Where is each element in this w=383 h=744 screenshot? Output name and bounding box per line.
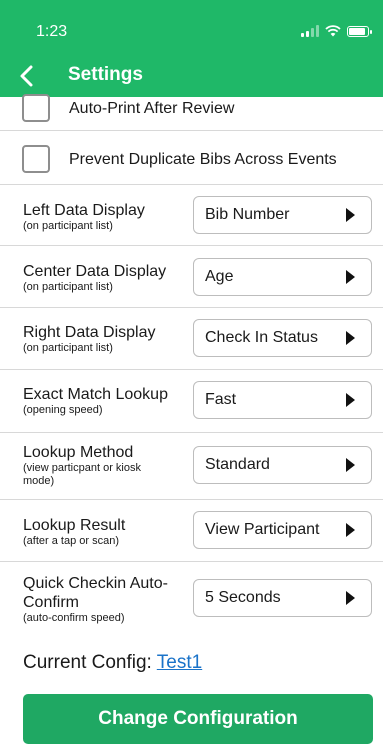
- setting-right-data-display: Right Data Display (on participant list)…: [0, 308, 383, 369]
- setting-sublabel: (opening speed): [23, 404, 103, 416]
- current-config: Current Config: Test1: [23, 652, 202, 674]
- setting-label: Lookup Method: [23, 444, 134, 461]
- setting-sublabel: (on participant list): [23, 342, 113, 354]
- caret-right-icon: [346, 523, 355, 537]
- setting-label: Left Data Display: [23, 202, 145, 219]
- signal-icon: [301, 25, 319, 37]
- setting-label: Quick Checkin Auto-Confirm: [23, 575, 168, 611]
- prevent-duplicate-row[interactable]: Prevent Duplicate Bibs Across Events: [0, 140, 383, 176]
- right-data-display-select[interactable]: Check In Status: [193, 319, 372, 357]
- setting-quick-checkin-auto-confirm: Quick Checkin Auto-Confirm (auto-confirm…: [0, 562, 383, 638]
- setting-label: Center Data Display: [23, 263, 167, 280]
- battery-icon: [347, 25, 372, 37]
- auto-print-checkbox[interactable]: [22, 94, 50, 122]
- setting-left-data-display: Left Data Display (on participant list) …: [0, 185, 383, 245]
- prevent-duplicate-label: Prevent Duplicate Bibs Across Events: [69, 151, 337, 168]
- caret-right-icon: [346, 591, 355, 605]
- caret-right-icon: [346, 331, 355, 345]
- setting-exact-match-lookup: Exact Match Lookup (opening speed) Fast: [0, 370, 383, 432]
- left-data-display-select[interactable]: Bib Number: [193, 196, 372, 234]
- exact-match-lookup-select[interactable]: Fast: [193, 381, 372, 419]
- setting-center-data-display: Center Data Display (on participant list…: [0, 246, 383, 307]
- change-configuration-button[interactable]: Change Configuration: [23, 694, 373, 744]
- setting-sublabel: (view particpant or kiosk mode): [23, 462, 141, 487]
- status-time: 1:23: [36, 23, 68, 40]
- wifi-icon: [325, 25, 341, 37]
- setting-sublabel: (after a tap or scan): [23, 535, 119, 547]
- select-value: 5 Seconds: [205, 589, 281, 606]
- caret-right-icon: [346, 393, 355, 407]
- setting-label: Exact Match Lookup: [23, 386, 168, 403]
- setting-sublabel: (auto-confirm speed): [23, 612, 125, 624]
- current-config-label: Current Config:: [23, 652, 152, 673]
- app-header: 1:23 Settings: [0, 0, 383, 97]
- select-value: View Participant: [205, 521, 320, 538]
- setting-label: Lookup Result: [23, 517, 126, 534]
- back-chevron-icon[interactable]: [13, 62, 43, 92]
- setting-lookup-method: Lookup Method (view particpant or kiosk …: [0, 433, 383, 499]
- setting-lookup-result: Lookup Result (after a tap or scan) View…: [0, 500, 383, 561]
- setting-sublabel: (on participant list): [23, 281, 113, 293]
- lookup-result-select[interactable]: View Participant: [193, 511, 372, 549]
- prevent-duplicate-checkbox[interactable]: [22, 145, 50, 173]
- select-value: Standard: [205, 456, 270, 473]
- quick-checkin-auto-confirm-select[interactable]: 5 Seconds: [193, 579, 372, 617]
- select-value: Bib Number: [205, 206, 290, 223]
- status-icons: [301, 25, 372, 37]
- current-config-link[interactable]: Test1: [157, 652, 202, 673]
- center-data-display-select[interactable]: Age: [193, 258, 372, 296]
- caret-right-icon: [346, 458, 355, 472]
- select-value: Fast: [205, 391, 237, 408]
- page-title: Settings: [68, 64, 143, 85]
- select-value: Check In Status: [205, 329, 318, 346]
- auto-print-label: Auto-Print After Review: [69, 100, 235, 117]
- setting-label: Right Data Display: [23, 324, 156, 341]
- setting-sublabel: (on participant list): [23, 220, 113, 232]
- select-value: Age: [205, 268, 234, 285]
- lookup-method-select[interactable]: Standard: [193, 446, 372, 484]
- caret-right-icon: [346, 208, 355, 222]
- divider: [0, 130, 383, 131]
- caret-right-icon: [346, 270, 355, 284]
- auto-print-row[interactable]: Auto-Print After Review: [0, 92, 383, 124]
